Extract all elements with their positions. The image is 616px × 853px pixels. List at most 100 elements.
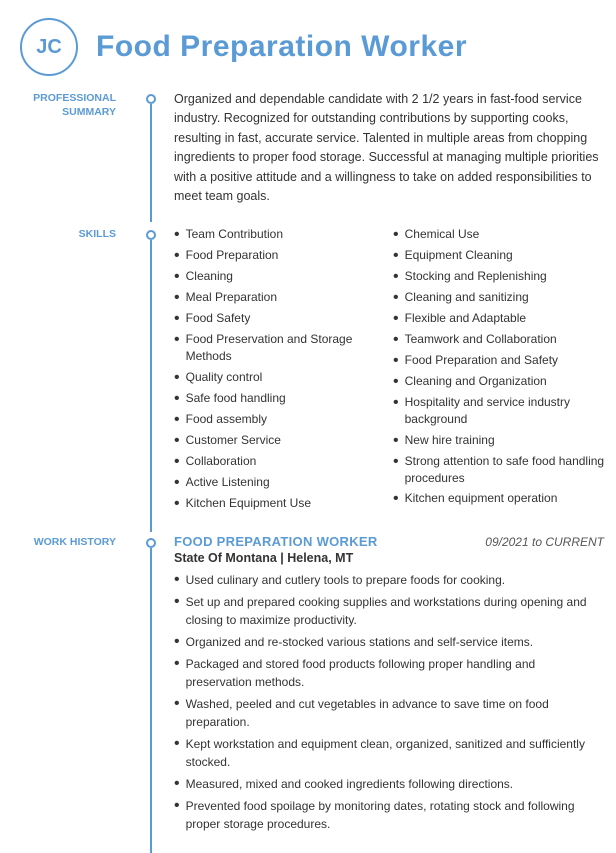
work-bullet-item: • Used culinary and cutlery tools to prep… bbox=[174, 571, 604, 589]
skill-text: Food Safety bbox=[186, 310, 251, 327]
skill-item: •Strong attention to safe food handling … bbox=[393, 453, 608, 487]
skill-text: Team Contribution bbox=[186, 226, 283, 243]
skills-body: •Team Contribution•Food Preparation•Clea… bbox=[162, 222, 616, 532]
skill-text: Food Preparation bbox=[186, 247, 279, 264]
skill-item: •New hire training bbox=[393, 432, 608, 449]
skill-item: •Hospitality and service industry backgr… bbox=[393, 394, 608, 428]
skill-bullet: • bbox=[393, 269, 399, 285]
skills-right-col: •Chemical Use•Equipment Cleaning•Stockin… bbox=[393, 226, 608, 516]
skill-bullet: • bbox=[393, 227, 399, 243]
skill-text: Cleaning and sanitizing bbox=[405, 289, 529, 306]
work-bullet-text: Organized and re-stocked various station… bbox=[186, 633, 534, 651]
work-bullet-dot: • bbox=[174, 656, 180, 672]
work-bullet-item: •Prevented food spoilage by monitoring d… bbox=[174, 797, 604, 833]
skill-text: Food Preparation and Safety bbox=[405, 352, 558, 369]
work-title-row: FOOD PREPARATION WORKER 09/2021 to CURRE… bbox=[174, 534, 604, 549]
skill-item: •Kitchen Equipment Use bbox=[174, 495, 389, 512]
skill-item: • Active Listening bbox=[174, 474, 389, 491]
work-section: WORK HISTORY FOOD PREPARATION WORKER 09/… bbox=[0, 532, 616, 853]
work-bullet-dot: • bbox=[174, 572, 180, 588]
skill-text: Meal Preparation bbox=[186, 289, 277, 306]
work-bullet-text: Measured, mixed and cooked ingredients f… bbox=[186, 775, 514, 793]
work-employer: State Of Montana | Helena, MT bbox=[174, 551, 604, 565]
work-bullet-item: • Packaged and stored food products follo… bbox=[174, 655, 604, 691]
skill-bullet: • bbox=[393, 433, 399, 449]
work-bullet-item: • Organized and re-stocked various statio… bbox=[174, 633, 604, 651]
skill-text: Food assembly bbox=[186, 411, 267, 428]
summary-section: PROFESSIONAL SUMMARY Organized and depen… bbox=[0, 88, 616, 222]
work-bullet-item: • Measured, mixed and cooked ingredients … bbox=[174, 775, 604, 793]
skill-item: • Cleaning and sanitizing bbox=[393, 289, 608, 306]
skill-item: •Quality control bbox=[174, 369, 389, 386]
summary-dot bbox=[146, 94, 156, 104]
skill-item: • Food Safety bbox=[174, 310, 389, 327]
skill-item: • Flexible and Adaptable bbox=[393, 310, 608, 327]
work-bullet-item: •Washed, peeled and cut vegetables in ad… bbox=[174, 695, 604, 731]
skill-bullet: • bbox=[174, 454, 180, 470]
skill-bullet: • bbox=[393, 311, 399, 327]
summary-line bbox=[150, 104, 152, 222]
skill-item: •Safe food handling bbox=[174, 390, 389, 407]
work-bullet-dot: • bbox=[174, 594, 180, 610]
skill-item: • Equipment Cleaning bbox=[393, 247, 608, 264]
skill-item: • Stocking and Replenishing bbox=[393, 268, 608, 285]
skills-label-container: SKILLS bbox=[0, 222, 140, 532]
skill-text: Kitchen Equipment Use bbox=[186, 495, 311, 512]
skill-bullet: • bbox=[174, 475, 180, 491]
skills-timeline bbox=[140, 222, 162, 532]
work-bullet-text: Packaged and stored food products follow… bbox=[186, 655, 604, 691]
skills-label: SKILLS bbox=[79, 228, 128, 242]
skill-item: • Food Preparation bbox=[174, 247, 389, 264]
header: JC Food Preparation Worker bbox=[0, 0, 616, 88]
skill-text: Customer Service bbox=[186, 432, 281, 449]
skill-item: •Cleaning and Organization bbox=[393, 373, 608, 390]
skill-text: Collaboration bbox=[186, 453, 257, 470]
skill-bullet: • bbox=[174, 290, 180, 306]
skill-bullet: • bbox=[393, 290, 399, 306]
skill-text: Teamwork and Collaboration bbox=[405, 331, 557, 348]
skill-item: • Customer Service bbox=[174, 432, 389, 449]
skill-bullet: • bbox=[174, 227, 180, 243]
work-label: WORK HISTORY bbox=[34, 536, 128, 550]
skill-text: Active Listening bbox=[186, 474, 270, 491]
skill-bullet: • bbox=[174, 370, 180, 386]
summary-text: Organized and dependable candidate with … bbox=[162, 88, 616, 222]
skill-item: •Kitchen equipment operation bbox=[393, 490, 608, 507]
work-bullet-text: Used culinary and cutlery tools to prepa… bbox=[186, 571, 506, 589]
work-bullet-text: Prevented food spoilage by monitoring da… bbox=[186, 797, 604, 833]
work-bullet-item: •Set up and prepared cooking supplies an… bbox=[174, 593, 604, 629]
skill-text: Cleaning bbox=[186, 268, 233, 285]
work-label-container: WORK HISTORY bbox=[0, 532, 140, 853]
skill-text: Equipment Cleaning bbox=[405, 247, 513, 264]
work-bullet-dot: • bbox=[174, 776, 180, 792]
work-bullet-item: •Kept workstation and equipment clean, o… bbox=[174, 735, 604, 771]
skill-text: Flexible and Adaptable bbox=[405, 310, 526, 327]
skill-bullet: • bbox=[393, 353, 399, 369]
skill-item: • Food Preparation and Safety bbox=[393, 352, 608, 369]
skill-bullet: • bbox=[393, 248, 399, 264]
skill-bullet: • bbox=[393, 454, 399, 470]
resume-page: JC Food Preparation Worker PROFESSIONAL … bbox=[0, 0, 616, 853]
skill-item: •Chemical Use bbox=[393, 226, 608, 243]
skill-text: Stocking and Replenishing bbox=[405, 268, 547, 285]
skill-text: Cleaning and Organization bbox=[405, 373, 547, 390]
work-job-title: FOOD PREPARATION WORKER bbox=[174, 534, 378, 549]
work-bullet-dot: • bbox=[174, 634, 180, 650]
skill-bullet: • bbox=[393, 395, 399, 411]
skill-bullet: • bbox=[174, 248, 180, 264]
skill-bullet: • bbox=[393, 491, 399, 507]
summary-timeline bbox=[140, 88, 162, 222]
skill-item: •Cleaning bbox=[174, 268, 389, 285]
skill-bullet: • bbox=[174, 311, 180, 327]
skill-bullet: • bbox=[174, 433, 180, 449]
work-line bbox=[150, 548, 152, 853]
skill-item: • Team Contribution bbox=[174, 226, 389, 243]
work-bullet-dot: • bbox=[174, 736, 180, 752]
summary-label: PROFESSIONAL SUMMARY bbox=[33, 92, 128, 119]
skill-item: •Teamwork and Collaboration bbox=[393, 331, 608, 348]
work-bullet-dot: • bbox=[174, 696, 180, 712]
work-bullets: • Used culinary and cutlery tools to prep… bbox=[174, 571, 604, 833]
work-dot bbox=[146, 538, 156, 548]
skill-item: •Food Preservation and Storage Methods bbox=[174, 331, 389, 365]
skills-left-col: •Team Contribution•Food Preparation•Clea… bbox=[174, 226, 389, 516]
